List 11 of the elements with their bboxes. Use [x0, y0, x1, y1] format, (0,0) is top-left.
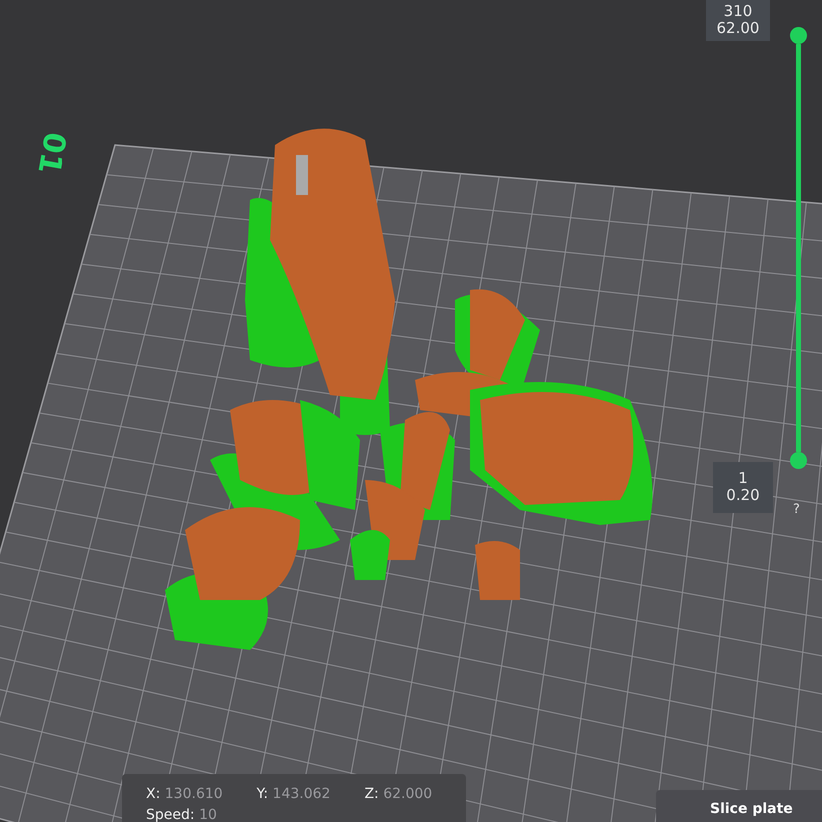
top-layer-label: 310 62.00	[706, 0, 770, 40]
slider-thumb[interactable]	[790, 27, 807, 44]
layer-slider-track[interactable]	[796, 44, 801, 452]
coordinate-readout: Y: 143.062	[256, 785, 330, 804]
slice-plate-button[interactable]: Slice plate	[656, 790, 822, 822]
bottom-layer-label: 1 0.20	[713, 462, 773, 512]
help-button[interactable]: ?	[793, 500, 800, 520]
plate-number: 01	[32, 130, 70, 176]
coordinate-readout: X: 130.610	[146, 785, 223, 804]
coordinate-readout: Z: 62.000	[364, 785, 432, 804]
speed-readout: Speed: 10	[146, 806, 218, 822]
